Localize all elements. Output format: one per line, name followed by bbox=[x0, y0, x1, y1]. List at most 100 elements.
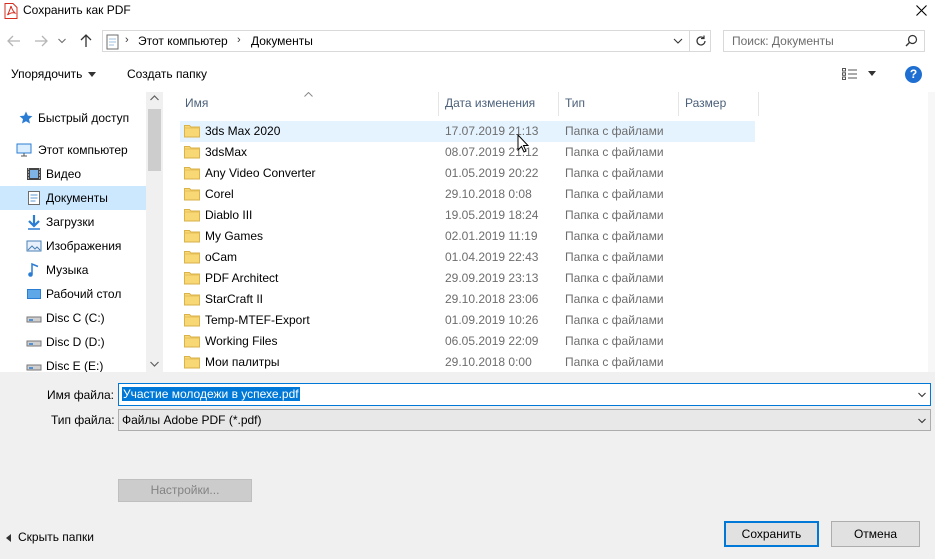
window-title: Сохранить как PDF bbox=[23, 3, 131, 17]
file-type: Папка с файлами bbox=[565, 355, 664, 369]
sidebar-item-music[interactable]: Музыка bbox=[0, 258, 146, 282]
hide-folders-toggle[interactable]: Скрыть папки bbox=[6, 530, 94, 544]
table-row[interactable]: Diablo III 19.05.2019 18:24 Папка с файлам… bbox=[180, 205, 755, 226]
filetype-select[interactable]: Файлы Adobe PDF (*.pdf) bbox=[118, 409, 931, 431]
sidebar-item-label: Disc D (D:) bbox=[46, 335, 105, 349]
desktop-icon bbox=[27, 289, 41, 299]
view-options-icon[interactable] bbox=[842, 68, 858, 80]
hide-folders-label: Скрыть папки bbox=[18, 530, 94, 544]
file-type: Папка с файлами bbox=[565, 166, 664, 180]
organize-menu-button[interactable]: Упорядочить bbox=[11, 67, 96, 81]
sidebar-item-disc-e[interactable]: Disc E (E:) bbox=[0, 354, 146, 372]
search-input[interactable]: Поиск: Документы bbox=[732, 34, 834, 48]
file-name: 3dsMax bbox=[205, 145, 248, 159]
pdf-app-icon bbox=[4, 3, 18, 19]
file-date: 29.10.2018 0:08 bbox=[445, 187, 532, 201]
folder-icon bbox=[184, 335, 200, 348]
sidebar-item-this-pc[interactable]: Этот компьютер bbox=[0, 138, 146, 162]
title-bar: Сохранить как PDF bbox=[0, 0, 935, 22]
file-type: Папка с файлами bbox=[565, 271, 664, 285]
sidebar-item-label: Изображения bbox=[46, 239, 122, 253]
scroll-down-chevron-icon[interactable] bbox=[150, 361, 159, 367]
sidebar-item-label: Документы bbox=[46, 191, 108, 205]
file-date: 29.10.2018 23:06 bbox=[445, 292, 539, 306]
refresh-icon[interactable] bbox=[689, 31, 711, 51]
view-dropdown-chevron-icon[interactable] bbox=[868, 71, 876, 76]
breadcrumb-this-pc[interactable]: Этот компьютер bbox=[138, 34, 228, 48]
file-name: 3ds Max 2020 bbox=[205, 124, 281, 138]
table-row[interactable]: Temp-MTEF-Export 01.09.2019 10:26 Папка с … bbox=[180, 310, 755, 331]
table-row[interactable]: oCam 01.04.2019 22:43 Папка с файлами bbox=[180, 247, 755, 268]
sidebar-item-label: Рабочий стол bbox=[46, 287, 122, 301]
file-name: PDF Architect bbox=[205, 271, 279, 285]
file-type: Папка с файлами bbox=[565, 124, 664, 138]
table-row[interactable]: 3dsMax 08.07.2019 21:12 Папка с файлами bbox=[180, 142, 755, 163]
save-button[interactable]: Сохранить bbox=[724, 521, 819, 547]
folder-icon bbox=[184, 251, 200, 264]
column-header-size[interactable]: Размер bbox=[685, 96, 726, 110]
folder-icon bbox=[184, 188, 200, 201]
file-list-scrollbar[interactable] bbox=[928, 92, 935, 372]
star-icon bbox=[19, 111, 33, 124]
settings-button[interactable]: Настройки... bbox=[118, 479, 252, 502]
sidebar-item-quick-access[interactable]: Быстрый доступ bbox=[0, 106, 146, 130]
sort-ascending-icon bbox=[304, 92, 313, 97]
recent-locations-chevron-icon[interactable] bbox=[56, 32, 68, 50]
file-name: Any Video Converter bbox=[205, 166, 316, 180]
sidebar-item-documents[interactable]: Документы bbox=[0, 186, 146, 210]
sidebar-item-desktop[interactable]: Рабочий стол bbox=[0, 282, 146, 306]
table-row[interactable]: Working Files 06.05.2019 22:09 Папка с фай… bbox=[180, 331, 755, 352]
sidebar-item-pictures[interactable]: Изображения bbox=[0, 234, 146, 258]
sidebar-item-downloads[interactable]: Загрузки bbox=[0, 210, 146, 234]
filename-input[interactable]: Участие молодежи в успехе.pdf bbox=[122, 387, 300, 401]
help-icon[interactable]: ? bbox=[905, 66, 922, 83]
address-dropdown-chevron-icon[interactable] bbox=[673, 34, 683, 48]
file-name: Мои палитры bbox=[205, 355, 280, 369]
cancel-button[interactable]: Отмена bbox=[831, 521, 920, 547]
sidebar-scroll-thumb[interactable] bbox=[148, 109, 161, 171]
column-header-date[interactable]: Дата изменения bbox=[445, 96, 535, 110]
column-header-type[interactable]: Тип bbox=[565, 96, 585, 110]
file-date: 01.04.2019 22:43 bbox=[445, 250, 539, 264]
table-row[interactable]: Any Video Converter 01.05.2019 20:22 Папка… bbox=[180, 163, 755, 184]
up-arrow-icon[interactable] bbox=[77, 32, 95, 50]
table-row[interactable]: Corel 29.10.2018 0:08 Папка с файлами bbox=[180, 184, 755, 205]
collapse-triangle-icon bbox=[6, 533, 11, 542]
close-icon[interactable] bbox=[911, 1, 931, 19]
file-date: 01.05.2019 20:22 bbox=[445, 166, 539, 180]
scroll-up-chevron-icon[interactable] bbox=[150, 95, 159, 101]
address-bar[interactable]: › Этот компьютер › Документы bbox=[102, 30, 711, 52]
search-box[interactable]: Поиск: Документы bbox=[723, 30, 925, 52]
column-divider bbox=[758, 92, 759, 116]
filename-label: Имя файла: bbox=[47, 388, 114, 402]
drive-icon bbox=[26, 340, 42, 347]
sidebar-item-label: Загрузки bbox=[46, 215, 95, 229]
breadcrumb-documents[interactable]: Документы bbox=[251, 34, 313, 48]
forward-arrow-icon[interactable] bbox=[32, 32, 50, 50]
sidebar-item-label: Видео bbox=[46, 167, 82, 181]
column-header-row: Имя Дата изменения Тип Размер bbox=[163, 92, 935, 116]
filename-field[interactable]: Участие молодежи в успехе.pdf bbox=[118, 383, 931, 406]
filetype-dropdown-chevron-icon[interactable] bbox=[918, 417, 926, 425]
table-row[interactable]: PDF Architect 29.09.2019 23:13 Папка с фай… bbox=[180, 268, 755, 289]
sidebar-item-disc-c[interactable]: Disc C (C:) bbox=[0, 306, 146, 330]
folder-icon bbox=[184, 146, 200, 159]
search-icon[interactable] bbox=[905, 34, 918, 47]
sidebar-scrollbar[interactable] bbox=[146, 92, 163, 372]
sidebar-item-disc-d[interactable]: Disc D (D:) bbox=[0, 330, 146, 354]
folder-icon bbox=[184, 272, 200, 285]
file-name: StarCraft II bbox=[205, 292, 264, 306]
file-date: 01.09.2019 10:26 bbox=[445, 313, 539, 327]
table-row[interactable]: Мои палитры 29.10.2018 0:00 Папка с файлам… bbox=[180, 352, 755, 372]
column-header-name[interactable]: Имя bbox=[185, 96, 208, 110]
new-folder-button[interactable]: Создать папку bbox=[127, 67, 207, 81]
table-row[interactable]: 3ds Max 2020 17.07.2019 21:13 Папка с файл… bbox=[180, 121, 755, 142]
table-row[interactable]: StarCraft II 29.10.2018 23:06 Папка с файл… bbox=[180, 289, 755, 310]
sidebar-item-video[interactable]: Видео bbox=[0, 162, 146, 186]
table-row[interactable]: My Games 02.01.2019 11:19 Папка с файлами bbox=[180, 226, 755, 247]
filename-dropdown-chevron-icon[interactable] bbox=[918, 391, 926, 399]
back-arrow-icon[interactable] bbox=[5, 32, 23, 50]
file-type: Папка с файлами bbox=[565, 208, 664, 222]
file-name: oCam bbox=[205, 250, 238, 264]
file-name: Working Files bbox=[205, 334, 278, 348]
